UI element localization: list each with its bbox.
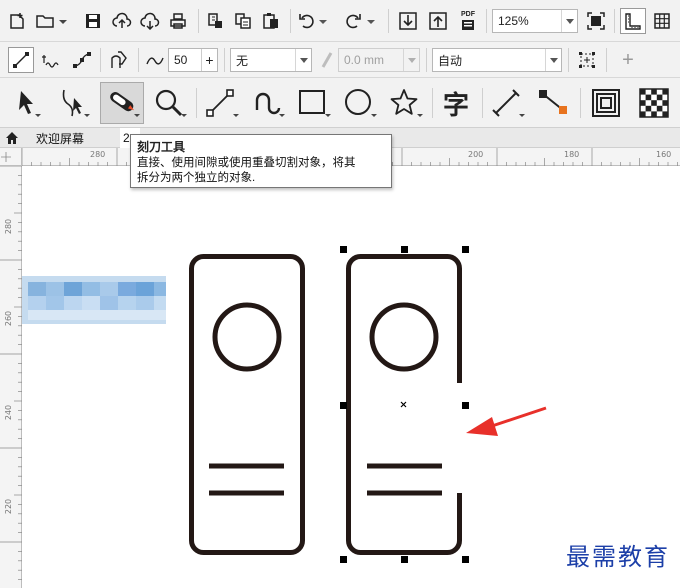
pdf-label: PDF: [461, 11, 475, 18]
tab-label: 2: [123, 131, 130, 145]
ruler-origin[interactable]: [0, 148, 22, 166]
outline-width-value: 0.0 mm: [344, 53, 385, 67]
auto-close-icon[interactable]: [106, 48, 132, 72]
tag-shape-original[interactable]: [189, 254, 305, 555]
contour-tool-icon[interactable]: [588, 86, 628, 120]
full-screen-preview-icon[interactable]: [584, 9, 608, 33]
ruler-label: 240: [4, 404, 14, 421]
rulers-toggle-icon[interactable]: [620, 8, 646, 34]
cloud-sync-icon[interactable]: [138, 9, 162, 33]
toolbox: 字: [0, 78, 680, 128]
select-all-nodes-icon[interactable]: [574, 48, 600, 72]
redo-icon[interactable]: [344, 9, 378, 33]
copy-icon[interactable]: [232, 9, 254, 33]
ruler-label: 200: [468, 150, 484, 159]
rectangle-tool-icon[interactable]: [294, 86, 334, 120]
chevron-down-icon[interactable]: [561, 10, 577, 32]
zoom-tool-icon[interactable]: [150, 86, 190, 120]
chevron-down-icon[interactable]: [545, 49, 561, 71]
export-icon[interactable]: [426, 9, 450, 33]
smoothing-icon: [144, 48, 166, 72]
pick-tool-icon[interactable]: [10, 86, 44, 120]
zoom-level-dropdown[interactable]: 125%: [492, 9, 578, 33]
ruler-label: 260: [4, 310, 14, 327]
save-icon[interactable]: [82, 9, 104, 33]
ellipse-tool-icon[interactable]: [340, 86, 380, 120]
outline-width-input: 0.0 mm: [338, 48, 420, 72]
mode-dropdown[interactable]: 自动: [432, 48, 562, 72]
polygon-tool-icon[interactable]: [386, 86, 426, 120]
grid-toggle-icon[interactable]: [650, 9, 674, 33]
text-tool-glyph: 字: [442, 90, 469, 121]
home-icon[interactable]: [4, 130, 20, 146]
undo-icon[interactable]: [296, 9, 330, 33]
tooltip-line: 拆分为两个独立的对象.: [137, 172, 256, 184]
ruler-label: 220: [4, 498, 14, 515]
tooltip-title: 刻刀工具: [137, 140, 186, 154]
tab-label: 欢迎屏幕: [36, 131, 85, 146]
new-document-icon[interactable]: [6, 9, 28, 33]
shape-tool-icon[interactable]: [52, 86, 92, 120]
mode-value: 自动: [438, 53, 463, 68]
selection-handles[interactable]: [340, 246, 469, 563]
print-icon[interactable]: [166, 9, 190, 33]
smoothing-value: 50: [174, 53, 188, 67]
artistic-media-tool-icon[interactable]: [248, 86, 288, 120]
import-icon[interactable]: [396, 9, 420, 33]
cloud-upload-icon[interactable]: [110, 9, 134, 33]
ruler-label: 280: [90, 150, 106, 159]
knife-tool-icon[interactable]: [100, 82, 144, 124]
bezier-mode-icon[interactable]: [70, 48, 94, 72]
add-icon[interactable]: +: [616, 48, 640, 72]
annotation-arrow: [466, 406, 547, 436]
outline-style-dropdown[interactable]: 无: [230, 48, 312, 72]
cut-icon[interactable]: [204, 9, 226, 33]
vertical-ruler[interactable]: 280 260 240 220: [0, 166, 22, 588]
ruler-label: 280: [4, 218, 14, 235]
property-bar: 50 + 无 0.0 mm 自动 +: [0, 42, 680, 78]
two-point-mode-icon[interactable]: [8, 47, 34, 73]
outline-width-icon: [318, 48, 336, 72]
smoothing-input[interactable]: 50 +: [168, 48, 218, 72]
open-document-icon[interactable]: [34, 9, 70, 33]
text-tool-icon[interactable]: 字: [436, 86, 476, 121]
transparency-tool-icon[interactable]: [634, 86, 674, 120]
smoothing-slider-icon[interactable]: +: [201, 49, 217, 71]
freehand-tool-icon[interactable]: [202, 86, 242, 120]
drawing-canvas[interactable]: 最需教育: [22, 166, 680, 588]
knife-tool-tooltip: 刻刀工具 直接、使用间隙或使用重叠切割对象，将其 拆分为两个独立的对象.: [130, 134, 392, 188]
chevron-down-icon: [403, 49, 419, 71]
pixelated-region: [22, 276, 166, 324]
publish-pdf-icon[interactable]: PDF: [456, 9, 480, 33]
tooltip-line: 直接、使用间隙或使用重叠切割对象，将其: [137, 157, 356, 169]
standard-toolbar: PDF 125%: [0, 0, 680, 42]
watermark: 最需教育: [566, 543, 670, 571]
selection-center-marker[interactable]: [400, 401, 407, 408]
tab-welcome-screen[interactable]: 欢迎屏幕: [36, 128, 84, 148]
freehand-mode-icon[interactable]: [40, 48, 64, 72]
outline-style-value: 无: [236, 53, 249, 68]
parallel-dimension-tool-icon[interactable]: [488, 86, 528, 120]
zoom-level-value: 125%: [498, 14, 529, 28]
connector-tool-icon[interactable]: [534, 86, 574, 120]
chevron-down-icon[interactable]: [295, 49, 311, 71]
paste-icon[interactable]: [260, 9, 282, 33]
ruler-label: 180: [564, 150, 580, 159]
ruler-label: 160: [656, 150, 672, 159]
